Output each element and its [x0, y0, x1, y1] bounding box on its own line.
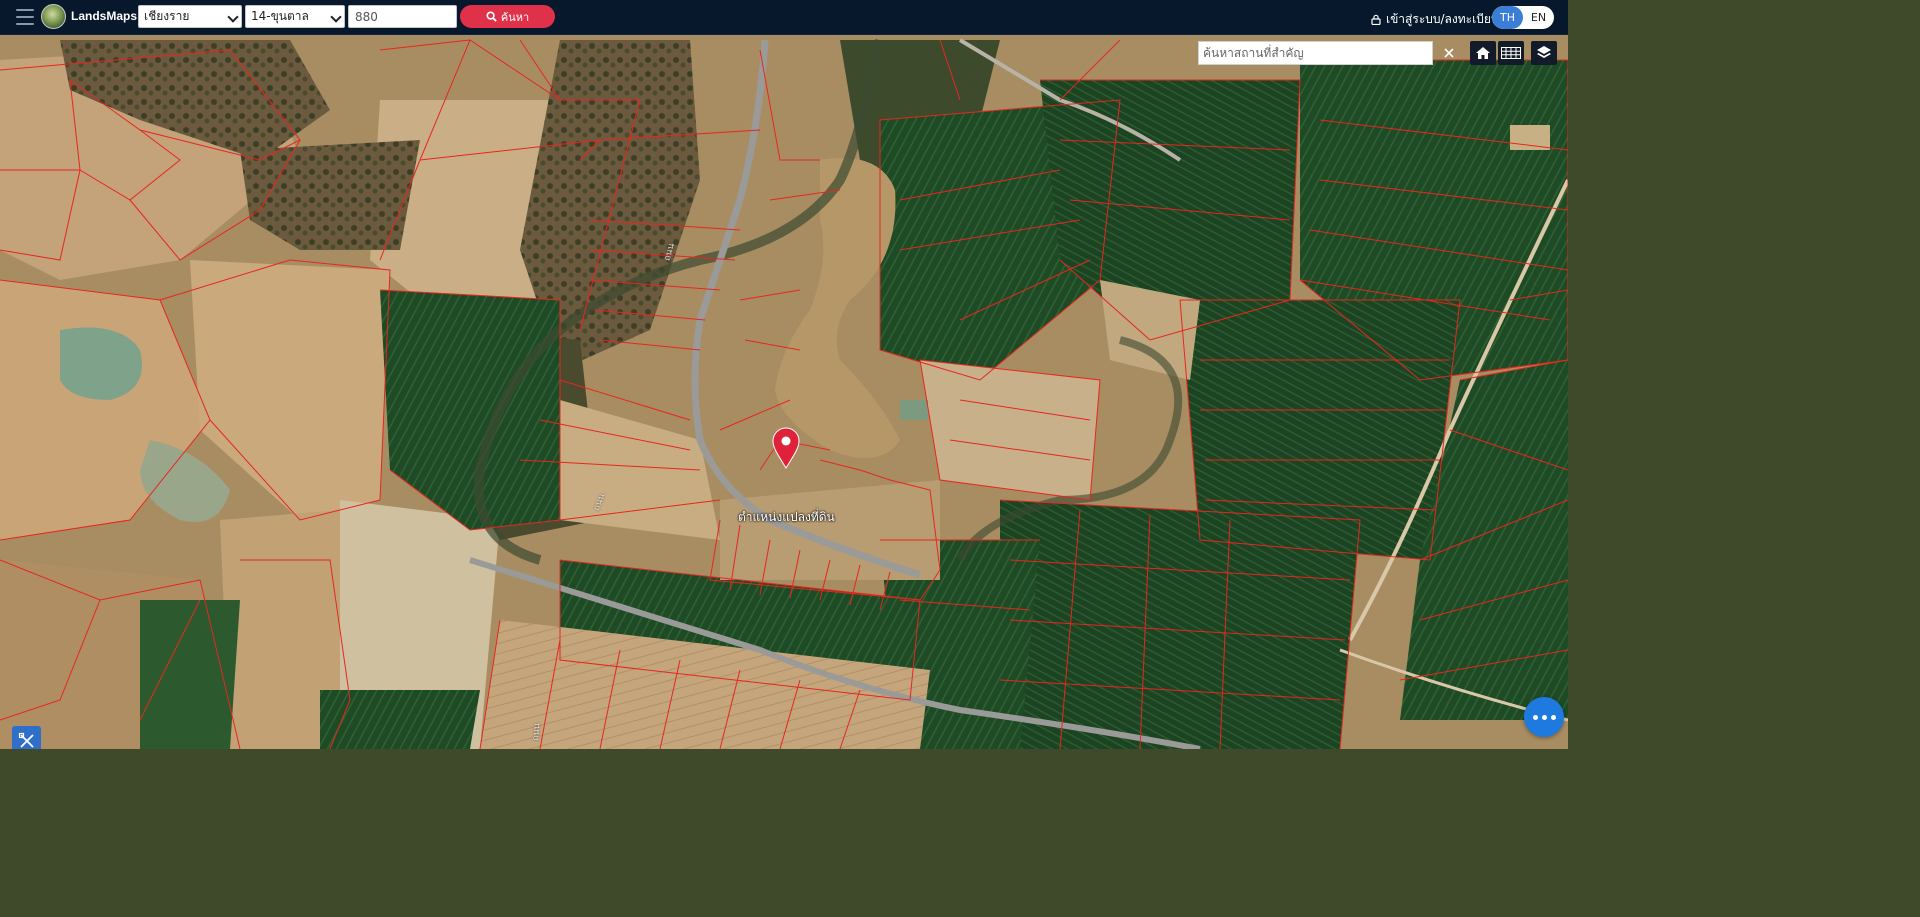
measure-tool-icon: [18, 732, 34, 748]
home-icon: [1476, 47, 1490, 59]
lock-icon: [1371, 14, 1381, 25]
layers-button[interactable]: [1531, 41, 1557, 65]
chat-icon: [1541, 714, 1547, 720]
place-search-input[interactable]: [1198, 41, 1433, 65]
province-select-value: เชียงราย: [144, 9, 190, 23]
chevron-down-icon: [330, 11, 342, 23]
chat-button[interactable]: [1524, 697, 1564, 737]
measure-tool-button[interactable]: [12, 726, 41, 749]
app-name: LandsMaps: [71, 9, 138, 23]
search-button[interactable]: ค้นหา: [460, 5, 555, 28]
grid-icon: [1501, 47, 1521, 59]
lang-en-button[interactable]: EN: [1523, 6, 1554, 29]
parcel-number-input[interactable]: [348, 5, 457, 28]
layers-icon: [1537, 46, 1551, 58]
close-icon: [1444, 48, 1454, 58]
chevron-down-icon: [227, 11, 239, 23]
login-label: เข้าสู่ระบบ/ลงทะเบียน: [1386, 12, 1500, 26]
grid-button[interactable]: [1498, 41, 1524, 65]
district-select[interactable]: 14-ขุนตาล: [245, 5, 345, 28]
search-icon: [486, 11, 497, 22]
clear-search-button[interactable]: [1436, 41, 1462, 65]
chat-icon: [1550, 714, 1556, 720]
menu-icon[interactable]: [16, 9, 34, 25]
chat-icon: [1532, 714, 1538, 720]
marker-label: ตำแหน่งแปลงที่ดิน: [738, 510, 835, 524]
home-button[interactable]: [1470, 41, 1496, 65]
login-link[interactable]: เข้าสู่ระบบ/ลงทะเบียน: [1371, 10, 1499, 29]
district-select-value: 14-ขุนตาล: [251, 9, 309, 23]
top-bar: LandsMaps เชียงราย 14-ขุนตาล ค้นหา เข้าส…: [0, 0, 1568, 35]
search-button-label: ค้นหา: [500, 10, 530, 24]
satellite-map[interactable]: [0, 35, 1568, 749]
lang-th-button[interactable]: TH: [1492, 6, 1523, 29]
logo-icon: [41, 4, 66, 29]
province-select[interactable]: เชียงราย: [138, 5, 242, 28]
map-canvas[interactable]: ถนน ถนน ถนน ตำแหน่งแปลงที่ดิน: [0, 35, 1568, 749]
road-label: ถนน: [531, 722, 543, 742]
language-toggle: TH EN: [1492, 6, 1554, 29]
